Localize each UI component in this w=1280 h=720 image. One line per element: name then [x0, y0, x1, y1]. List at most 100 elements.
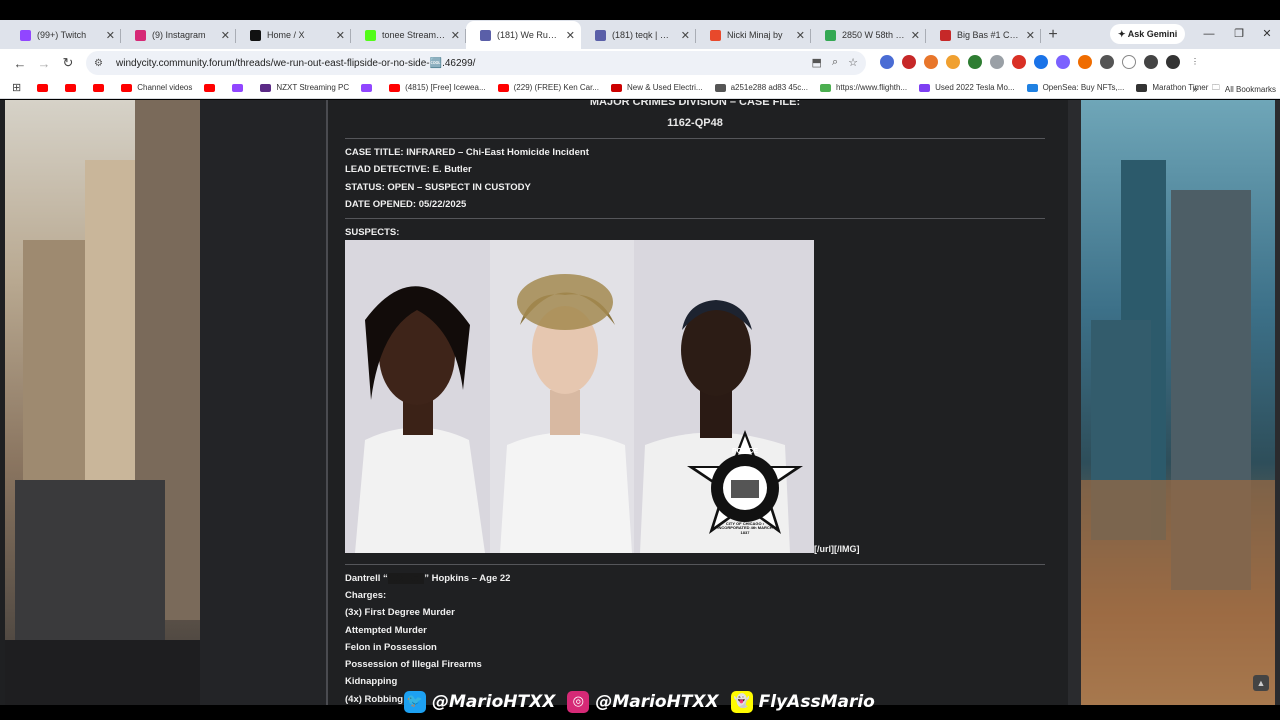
bookmark-label: Used 2022 Tesla Mo... — [935, 83, 1015, 92]
sidepanel-icon[interactable] — [1122, 55, 1136, 69]
suspect-first-name: Dantrell “ — [345, 573, 388, 584]
puzzle-icon[interactable] — [1100, 55, 1114, 69]
bookmark-favicon-icon — [819, 83, 831, 92]
bookmark-item[interactable]: Channel videos — [121, 83, 192, 92]
instagram-icon — [135, 29, 146, 41]
browser-tab[interactable]: 2850 W 58th St - G ✕ — [811, 21, 926, 49]
browser-tab[interactable]: (181) We Run Out E ✕ — [466, 21, 581, 49]
extensions-area: ⋮ — [880, 55, 1202, 69]
shield-icon[interactable] — [990, 55, 1004, 69]
forward-button[interactable]: → — [32, 56, 56, 71]
profile-avatar[interactable] — [1166, 55, 1180, 69]
close-tab-icon[interactable]: ✕ — [681, 29, 690, 42]
metamask-icon[interactable] — [924, 55, 938, 69]
close-tab-icon[interactable]: ✕ — [106, 29, 115, 42]
tab-title: 2850 W 58th St - G — [842, 30, 907, 40]
browser-tab[interactable]: Nicki Minaj by ✕ — [696, 21, 811, 49]
bookmark-favicon-icon — [389, 83, 401, 92]
close-tab-icon[interactable]: ✕ — [221, 29, 230, 42]
suspect-last-name-age: ” Hopkins – Age 22 — [424, 573, 511, 584]
extension-icon[interactable] — [1078, 55, 1092, 69]
bookmark-item[interactable] — [361, 83, 377, 92]
right-background-image — [1081, 100, 1276, 705]
close-tab-icon[interactable]: ✕ — [796, 29, 805, 42]
new-tab-button[interactable]: + — [1041, 21, 1065, 49]
close-tab-icon[interactable]: ✕ — [1026, 29, 1035, 42]
site-info-icon[interactable]: ⚙ — [94, 58, 110, 69]
twitter-icon: 🐦 — [404, 691, 426, 713]
tab-title: (99+) Twitch — [37, 30, 87, 40]
reload-button[interactable]: ↻ — [56, 55, 80, 71]
address-bar[interactable]: ⚙ windycity.community.forum/threads/we-r… — [86, 51, 866, 75]
bookmark-item[interactable]: (4815) [Free] Icewea... — [389, 83, 486, 92]
bookmark-label: (229) (FREE) Ken Car... — [513, 83, 599, 92]
bookmark-favicon-icon — [714, 83, 726, 92]
browser-tab[interactable]: (99+) Twitch ✕ — [6, 21, 121, 49]
bookmark-favicon-icon — [1026, 83, 1038, 92]
bookmark-item[interactable] — [37, 83, 53, 92]
bookmark-item[interactable] — [65, 83, 81, 92]
extension-icon[interactable] — [1056, 55, 1070, 69]
scroll-to-top-button[interactable]: ▲ — [1253, 675, 1269, 691]
bookmark-favicon-icon — [121, 83, 133, 92]
close-tab-icon[interactable]: ✕ — [336, 29, 345, 42]
back-button[interactable]: ← — [8, 56, 32, 71]
extension-icon[interactable] — [946, 55, 960, 69]
more-bookmarks-chevron-icon[interactable]: » — [1192, 84, 1198, 95]
cast-icon[interactable] — [1144, 55, 1158, 69]
bookmarks-bar: ⊞ Channel videos NZXT Streaming PC (4815) … — [0, 77, 1280, 99]
extension-icon[interactable] — [880, 55, 894, 69]
snapchat-icon: 👻 — [730, 691, 753, 713]
ask-gemini-button[interactable]: ✦ Ask Gemini — [1110, 24, 1186, 44]
bookmark-star-icon[interactable]: ☆ — [848, 56, 858, 69]
bookmark-favicon-icon — [204, 83, 216, 92]
bookmark-item[interactable]: OpenSea: Buy NFTs,... — [1026, 83, 1124, 92]
bookmark-favicon-icon — [919, 83, 931, 92]
page-scrollbar[interactable] — [1275, 100, 1280, 705]
social-handle: FlyAssMario — [758, 692, 875, 712]
bookmark-item[interactable]: Used 2022 Tesla Mo... — [919, 83, 1015, 92]
menu-kebab-icon[interactable]: ⋮ — [1188, 55, 1202, 69]
suspects-lineup-image[interactable]: POLICE CITY OF CHICAGO • INCORPORATED 4t… — [345, 240, 814, 553]
charge-item: (3x) First Degree Murder — [345, 607, 455, 618]
bookmark-item[interactable] — [93, 83, 109, 92]
bookmark-item[interactable]: https://www.flighth... — [819, 83, 907, 92]
case-status: STATUS: OPEN – SUSPECT IN CUSTODY — [345, 182, 531, 193]
close-window-button[interactable]: ✕ — [1252, 24, 1280, 44]
charge-item: Attempted Murder — [345, 625, 427, 636]
divider — [345, 138, 1045, 139]
badge-ring-text: CITY OF CHICAGO • INCORPORATED 4th MARCH… — [717, 521, 773, 535]
bookmark-item[interactable] — [232, 83, 248, 92]
browser-tab[interactable]: Home / X ✕ — [236, 21, 351, 49]
bookmark-item[interactable]: New & Used Electri... — [610, 83, 703, 92]
browser-tab[interactable]: tonee Stream - Wa ✕ — [351, 21, 466, 49]
zoom-icon[interactable]: ⌕ — [832, 56, 838, 69]
bookmark-item[interactable] — [204, 83, 220, 92]
all-bookmarks-link[interactable]: All Bookmarks — [1225, 85, 1276, 94]
date-opened: DATE OPENED: 05/22/2025 — [345, 199, 467, 210]
close-tab-icon[interactable]: ✕ — [911, 29, 920, 42]
charge-item: Felon in Possession — [345, 642, 437, 653]
extension-icon[interactable] — [968, 55, 982, 69]
close-tab-icon[interactable]: ✕ — [566, 29, 575, 42]
apps-grid-icon[interactable]: ⊞ — [12, 81, 21, 94]
extension-icon[interactable] — [1012, 55, 1026, 69]
browser-tab[interactable]: (9) Instagram ✕ — [121, 21, 236, 49]
ask-gemini-label: Ask Gemini — [1127, 29, 1178, 39]
bookmark-item[interactable]: a251e288 ad83 45c... — [714, 83, 808, 92]
extension-icon[interactable] — [902, 55, 916, 69]
minimize-button[interactable]: — — [1194, 24, 1224, 44]
chicago-police-badge-icon: POLICE CITY OF CHICAGO • INCORPORATED 4t… — [679, 428, 811, 548]
post-divider — [326, 100, 328, 705]
charge-item: Kidnapping — [345, 676, 398, 687]
extension-icon[interactable] — [1034, 55, 1048, 69]
bookmark-item[interactable]: (229) (FREE) Ken Car... — [497, 83, 599, 92]
close-tab-icon[interactable]: ✕ — [451, 29, 460, 42]
browser-tab[interactable]: Big Bas #1 Chicago ✕ — [926, 21, 1041, 49]
tab-separator — [1040, 29, 1041, 43]
restore-button[interactable]: ❐ — [1224, 24, 1254, 44]
tab-title: tonee Stream - Wa — [382, 30, 447, 40]
install-app-icon[interactable]: ⬒ — [812, 56, 822, 69]
browser-tab[interactable]: (181) teqk | Windy ✕ — [581, 21, 696, 49]
bookmark-item[interactable]: NZXT Streaming PC — [260, 83, 349, 92]
